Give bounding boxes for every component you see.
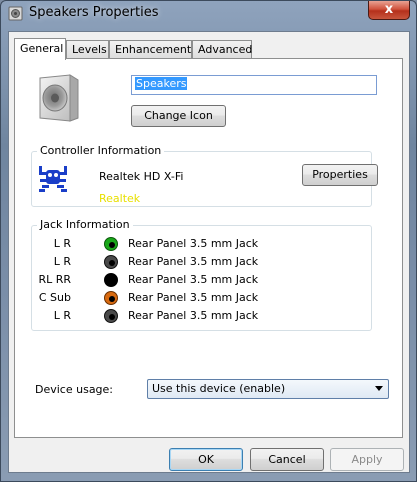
tab-advanced-label: Advanced xyxy=(198,43,253,56)
tab-enhancements[interactable]: Enhancements xyxy=(109,40,197,59)
tab-advanced[interactable]: Advanced xyxy=(192,40,252,59)
jack-info-label: Jack Information xyxy=(37,218,133,231)
device-name-value: Speakers xyxy=(135,77,188,90)
close-button[interactable]: x xyxy=(368,1,410,20)
jack-description: Rear Panel 3.5 mm Jack xyxy=(128,291,259,304)
jack-row: RL RR Rear Panel 3.5 mm Jack xyxy=(32,271,371,289)
properties-window: Speakers Properties x General Levels Enh… xyxy=(0,0,417,482)
change-icon-button[interactable]: Change Icon xyxy=(131,105,226,127)
tab-general[interactable]: General xyxy=(14,38,66,60)
speaker-icon xyxy=(8,6,23,21)
jack-description: Rear Panel 3.5 mm Jack xyxy=(128,237,259,250)
jack-row: L R Rear Panel 3.5 mm Jack xyxy=(32,235,371,253)
jack-row: L R Rear Panel 3.5 mm Jack xyxy=(32,307,371,325)
window-title: Speakers Properties xyxy=(29,5,159,20)
jack-color-icon xyxy=(104,309,118,323)
controller-name: Realtek HD X-Fi xyxy=(99,170,184,183)
controller-vendor: Realtek xyxy=(99,192,141,205)
jack-info-group: Jack Information L R Rear Panel 3.5 mm J… xyxy=(31,218,372,331)
ok-label: OK xyxy=(198,453,214,466)
dialog-client-area: General Levels Enhancements Advanced Spe… xyxy=(8,31,410,473)
jack-color-icon xyxy=(104,255,118,269)
jack-description: Rear Panel 3.5 mm Jack xyxy=(128,255,259,268)
device-usage-select[interactable]: Use this device (enable) xyxy=(147,379,389,399)
controller-info-group: Controller Information Realtek HD X-Fi R… xyxy=(31,144,378,207)
change-icon-label: Change Icon xyxy=(144,109,213,122)
jack-channels: L R xyxy=(53,237,71,250)
realtek-crab-icon xyxy=(39,166,67,192)
general-tab-panel: Speakers Change Icon Controller Informat… xyxy=(14,58,403,438)
title-bar[interactable]: Speakers Properties x xyxy=(1,1,416,27)
tab-levels[interactable]: Levels xyxy=(66,40,109,59)
cancel-label: Cancel xyxy=(268,453,306,466)
tab-enhancements-label: Enhancements xyxy=(115,43,197,56)
device-usage-label: Device usage: xyxy=(35,383,114,396)
apply-button[interactable]: Apply xyxy=(330,448,404,471)
controller-properties-button[interactable]: Properties xyxy=(302,164,378,186)
tab-levels-label: Levels xyxy=(72,43,107,56)
jack-color-icon xyxy=(104,273,118,287)
jack-color-icon xyxy=(104,291,118,305)
device-usage-value: Use this device (enable) xyxy=(152,382,286,395)
jack-row: C Sub Rear Panel 3.5 mm Jack xyxy=(32,289,371,307)
jack-description: Rear Panel 3.5 mm Jack xyxy=(128,309,259,322)
jack-row: L R Rear Panel 3.5 mm Jack xyxy=(32,253,371,271)
jack-channels: L R xyxy=(53,255,71,268)
properties-label: Properties xyxy=(312,168,368,181)
tab-general-label: General xyxy=(20,42,64,55)
dropdown-arrow-icon xyxy=(375,386,383,391)
apply-label: Apply xyxy=(351,453,383,466)
jack-description: Rear Panel 3.5 mm Jack xyxy=(128,273,259,286)
jack-color-icon xyxy=(104,237,118,251)
controller-info-label: Controller Information xyxy=(37,144,165,157)
speaker-device-icon xyxy=(39,74,79,122)
device-name-input[interactable]: Speakers xyxy=(131,75,377,95)
ok-button[interactable]: OK xyxy=(169,448,243,471)
close-icon: x xyxy=(384,2,394,17)
jack-channels: C Sub xyxy=(38,291,71,304)
cancel-button[interactable]: Cancel xyxy=(250,448,324,471)
jack-channels: L R xyxy=(53,309,71,322)
jack-channels: RL RR xyxy=(38,273,71,286)
